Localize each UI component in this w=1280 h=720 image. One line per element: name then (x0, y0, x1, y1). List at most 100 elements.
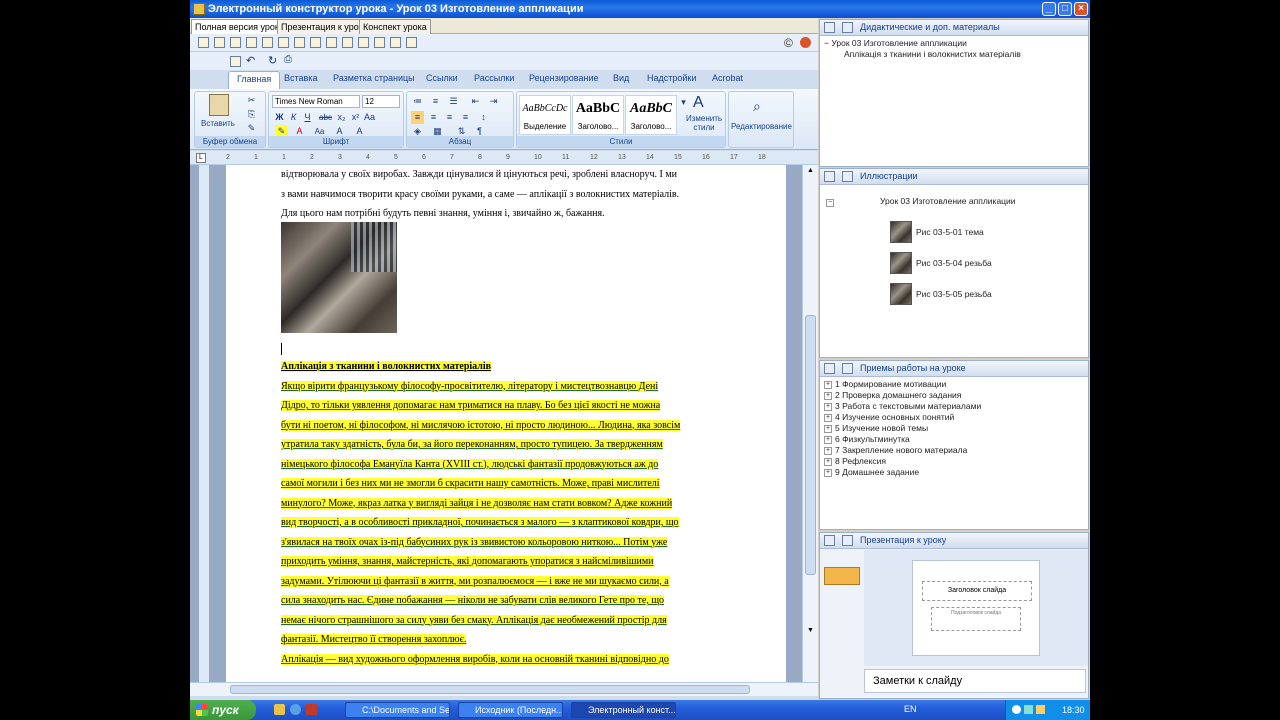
document-page[interactable]: відтворювала у своїх виробах. Завжди цін… (226, 165, 786, 682)
slide-title[interactable]: Заголовок слайда (922, 581, 1032, 601)
tab-addins[interactable]: Надстройки (647, 73, 696, 83)
tray-icon[interactable] (1024, 705, 1033, 714)
image-icon[interactable] (310, 37, 321, 48)
panel-pin-icon[interactable] (842, 535, 853, 546)
tab-presentation[interactable]: Презентация к уроку (277, 19, 372, 34)
method-item[interactable]: +8 Рефлексия (824, 456, 886, 466)
justify-icon[interactable]: ≡ (459, 111, 472, 124)
align-right-icon[interactable]: ≡ (443, 111, 456, 124)
taskbar-item-source[interactable]: Исходник (Последн... (458, 702, 563, 718)
close-button[interactable]: × (1074, 2, 1088, 16)
lines-icon[interactable] (390, 37, 401, 48)
change-case-icon[interactable]: Aa (363, 111, 376, 124)
start-button[interactable]: пуск (190, 700, 256, 720)
highlighted-text[interactable]: Аплікація з тканини і волокнистих матері… (281, 357, 736, 669)
tab-review[interactable]: Рецензирование (529, 73, 599, 83)
print-preview-icon[interactable]: ⎙ (284, 54, 292, 65)
tab-summary[interactable]: Конспект урока (359, 19, 431, 34)
scroll-thumb[interactable] (805, 315, 816, 575)
tab-acrobat[interactable]: Acrobat (712, 73, 743, 83)
increase-indent-icon[interactable]: ⇥ (487, 95, 500, 108)
frame-icon[interactable] (326, 37, 337, 48)
horizontal-scrollbar[interactable] (190, 682, 818, 696)
slide-thumbnail[interactable] (824, 567, 860, 585)
undo-icon[interactable]: ↶ (246, 54, 255, 67)
tab-page-layout[interactable]: Разметка страницы (333, 73, 415, 83)
vertical-ruler[interactable] (199, 165, 209, 682)
copyright-icon[interactable]: © (784, 36, 793, 50)
superscript-icon[interactable]: x² (349, 111, 362, 124)
title-bar[interactable]: Электронный конструктор урока - Урок 03 … (190, 0, 1090, 18)
method-item[interactable]: +7 Закрепление нового материала (824, 445, 967, 455)
illustrations-root[interactable]: Урок 03 Изготовление аппликации (880, 196, 1016, 206)
bullets-icon[interactable]: ≔ (411, 95, 424, 108)
browser-icon[interactable] (290, 704, 301, 715)
open-icon[interactable] (214, 37, 225, 48)
copy-icon[interactable]: ⎘ (245, 108, 258, 121)
format-painter-icon[interactable]: ✎ (245, 122, 258, 135)
paste-icon[interactable] (209, 94, 229, 116)
numbering-icon[interactable]: ≡ (429, 95, 442, 108)
illustration-thumb[interactable] (890, 283, 912, 305)
panel-pin-icon[interactable] (842, 171, 853, 182)
font-name-combo[interactable]: Times New Roman (272, 95, 360, 108)
maximize-button[interactable]: □ (1058, 2, 1072, 16)
horizontal-scroll-thumb[interactable] (230, 685, 750, 694)
method-item[interactable]: +2 Проверка домашнего задания (824, 390, 961, 400)
materials-child[interactable]: Аплікація з тканини і волокнистих матері… (844, 49, 1021, 59)
list-icon[interactable] (374, 37, 385, 48)
save-as-icon[interactable] (246, 37, 257, 48)
subscript-icon[interactable]: x₂ (335, 111, 348, 124)
materials-root[interactable]: − Урок 03 Изготовление аппликации (824, 38, 967, 48)
document-image[interactable] (281, 222, 397, 333)
slide-notes[interactable]: Заметки к слайду (864, 669, 1086, 693)
language-indicator[interactable]: EN (904, 704, 917, 714)
line-spacing-icon[interactable]: ↕ (477, 111, 490, 124)
editing-button[interactable]: Редактирование (731, 122, 792, 131)
minimize-button[interactable]: _ (1042, 2, 1056, 16)
change-styles-icon[interactable]: A (693, 94, 704, 112)
lines-alt-icon[interactable] (406, 37, 417, 48)
illustration-thumb[interactable] (890, 252, 912, 274)
paste-button[interactable]: Вставить (201, 119, 235, 128)
scroll-down-icon[interactable]: ▼ (805, 627, 816, 637)
method-item[interactable]: +3 Работа с текстовыми материалами (824, 401, 981, 411)
style-heading-2[interactable]: AaBbC Заголово... (625, 95, 677, 135)
font-size-combo[interactable]: 12 (362, 95, 400, 108)
panel-pin-icon[interactable] (842, 363, 853, 374)
strikethrough-icon[interactable]: abc (319, 111, 332, 124)
horizontal-ruler[interactable]: L 2 1 1 2 3 4 5 6 7 8 9 10 11 12 13 14 15 16 17 18 (190, 151, 818, 165)
tab-selector-icon[interactable]: L (196, 153, 206, 163)
binoculars-icon[interactable]: ⌕ (753, 98, 761, 115)
grid-icon[interactable] (342, 37, 353, 48)
italic-icon[interactable]: К (287, 111, 300, 124)
save-icon[interactable] (230, 37, 241, 48)
method-item[interactable]: +5 Изучение новой темы (824, 423, 928, 433)
save-qat-icon[interactable] (230, 56, 241, 67)
styles-scroll-icon[interactable]: ▾ (677, 96, 690, 109)
quicklaunch-icon[interactable] (274, 704, 285, 715)
taskbar-item-explorer[interactable]: C:\Documents and Se... (345, 702, 450, 718)
style-emphasis[interactable]: AaBbCcDc Выделение (519, 95, 571, 135)
help-icon[interactable] (800, 37, 811, 48)
new-icon[interactable] (198, 37, 209, 48)
table-icon[interactable] (294, 37, 305, 48)
method-item[interactable]: +9 Домашнее задание (824, 467, 919, 477)
illustration-item[interactable]: Рис 03-5-04 резьба (916, 258, 992, 268)
media-icon[interactable] (306, 704, 317, 715)
tab-mailings[interactable]: Рассылки (474, 73, 514, 83)
align-center-icon[interactable]: ≡ (427, 111, 440, 124)
slide-subtitle[interactable]: Подзаголовок слайда (931, 607, 1021, 631)
tray-icon[interactable] (1012, 705, 1021, 714)
tab-insert[interactable]: Вставка (284, 73, 317, 83)
decrease-indent-icon[interactable]: ⇤ (469, 95, 482, 108)
taskbar-item-constructor[interactable]: Электронный конст... (571, 702, 676, 718)
multilevel-icon[interactable]: ☰ (447, 95, 460, 108)
tray-icon[interactable] (1036, 705, 1045, 714)
method-item[interactable]: +1 Формирование мотивации (824, 379, 946, 389)
illustration-item[interactable]: Рис 03-5-01 тема (916, 227, 984, 237)
vertical-scrollbar[interactable]: ▲ ▼ (802, 165, 818, 682)
illustration-thumb[interactable] (890, 221, 912, 243)
tab-references[interactable]: Ссылки (426, 73, 458, 83)
tab-home[interactable]: Главная (228, 71, 281, 89)
